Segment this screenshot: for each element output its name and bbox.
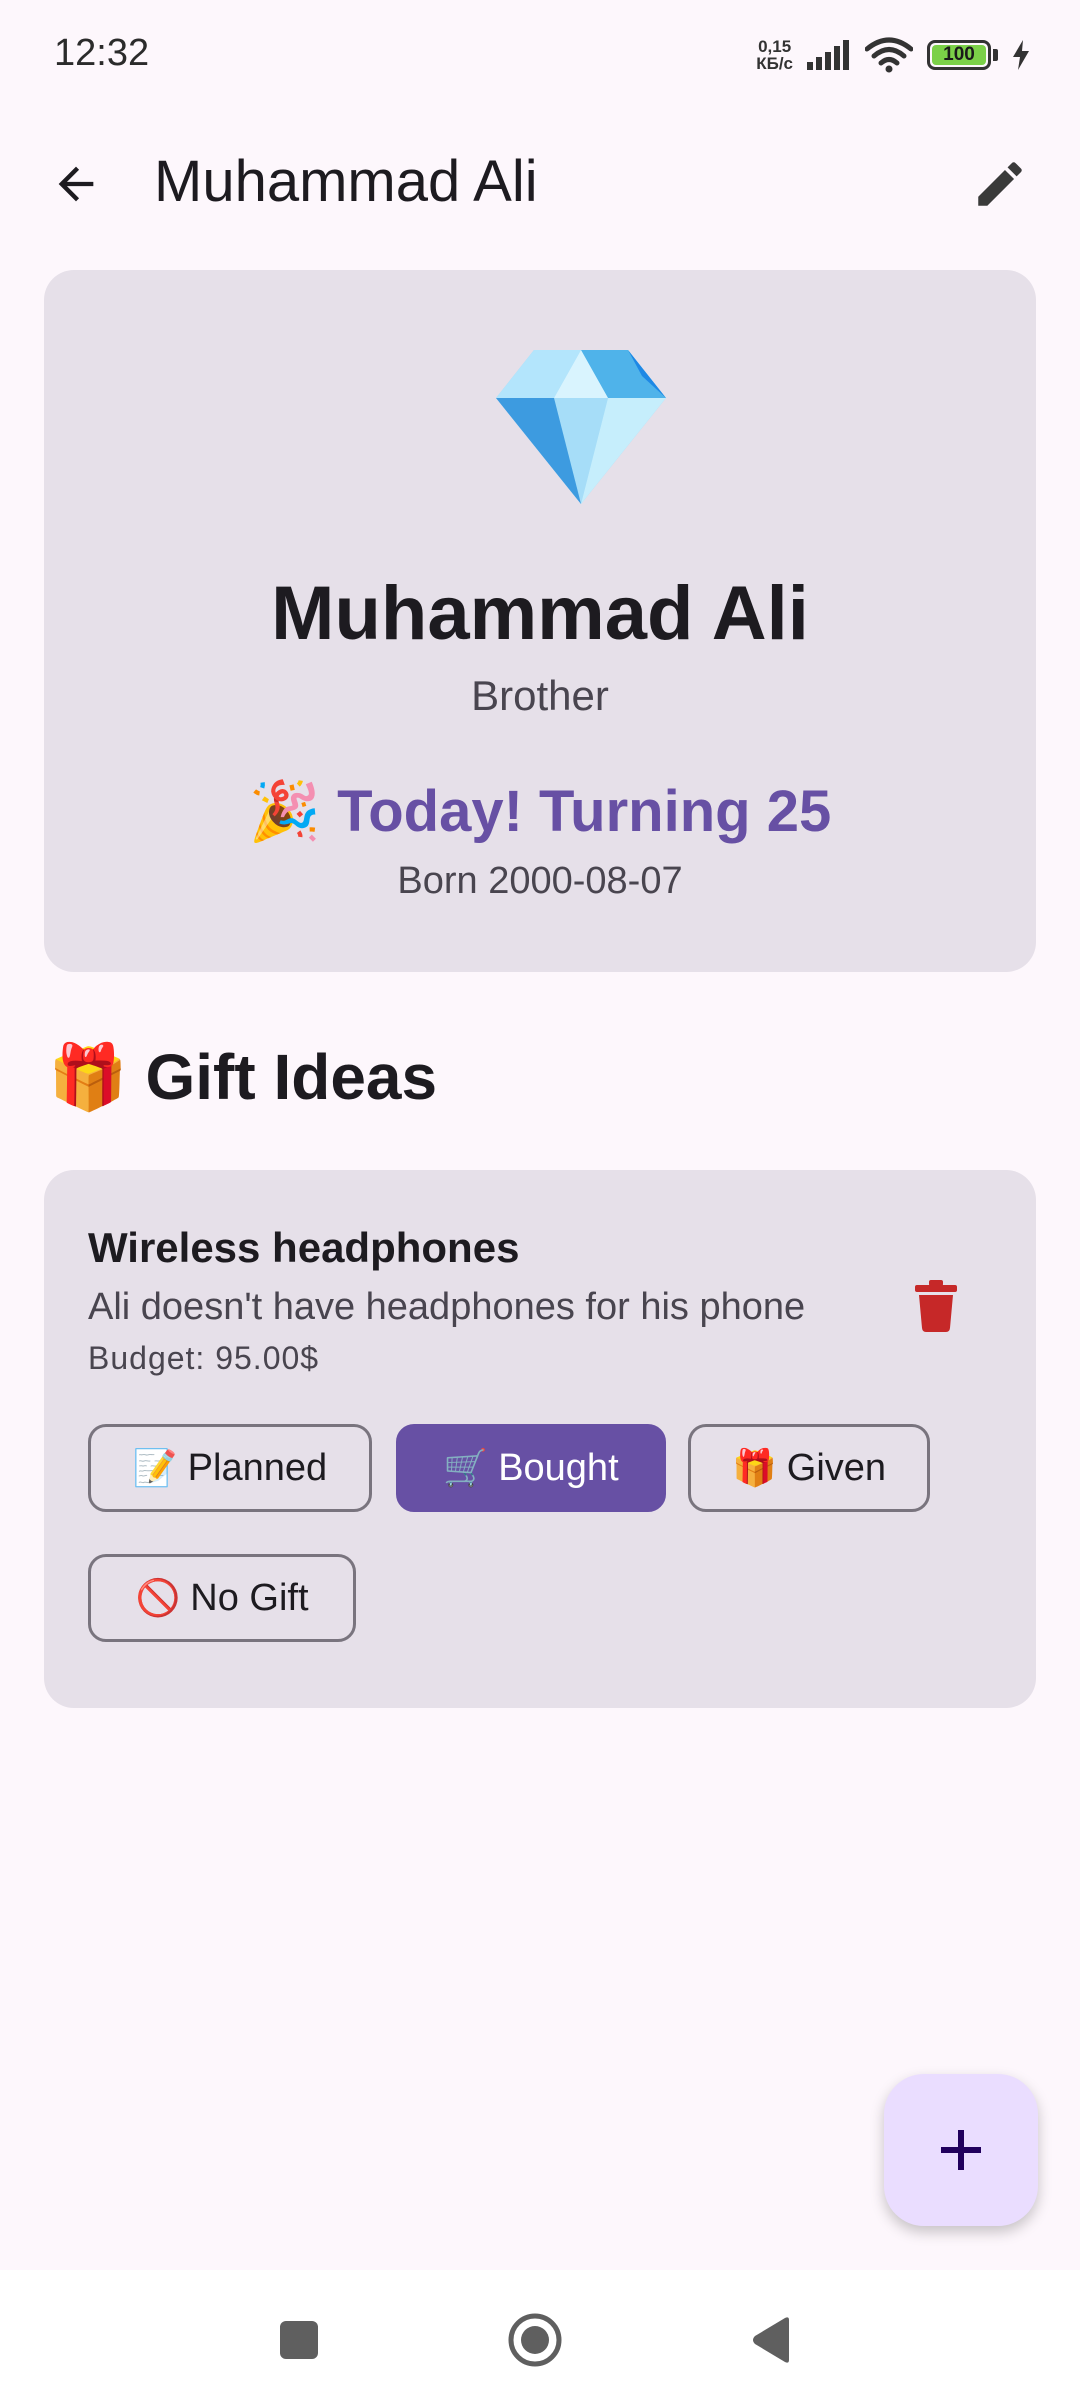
delete-gift-button[interactable] — [896, 1266, 976, 1346]
edit-button[interactable] — [960, 144, 1040, 224]
status-chip-label: Given — [786, 1446, 887, 1489]
status-bar: 12:32 0,15 КБ/с 100 — [0, 0, 1080, 110]
gift-ideas-title: Gift Ideas — [145, 1041, 438, 1113]
shopping-cart-icon: 🛒 — [443, 1447, 489, 1488]
network-speed: 0,15 КБ/с — [756, 37, 793, 73]
trash-icon — [915, 1280, 957, 1332]
signal-icon — [807, 40, 849, 70]
status-chip-bought[interactable]: 🛒 Bought — [396, 1424, 666, 1512]
pencil-icon — [978, 162, 1022, 206]
add-gift-fab[interactable] — [884, 2074, 1038, 2226]
memo-icon: 📝 — [132, 1447, 178, 1488]
status-chip-planned[interactable]: 📝 Planned — [88, 1424, 372, 1512]
battery-icon: 100 — [927, 40, 991, 70]
back-nav-button[interactable] — [731, 2300, 811, 2380]
status-chip-no-gift[interactable]: 🚫 No Gift — [88, 1554, 356, 1642]
back-button[interactable] — [36, 144, 116, 224]
screen: 12:32 0,15 КБ/с 100 Muhammad Ali Muhamma… — [0, 0, 1080, 2400]
gift-card[interactable]: Wireless headphones Ali doesn't have hea… — [44, 1170, 1036, 1708]
status-chip-label: Planned — [187, 1446, 328, 1489]
birthday-status: 🎉 Today! Turning 25 — [44, 778, 1036, 846]
recents-button[interactable] — [259, 2300, 339, 2380]
relationship-label: Brother — [471, 672, 609, 719]
gift-ideas-heading: 🎁 Gift Ideas — [48, 1040, 437, 1115]
status-time: 12:32 — [54, 32, 150, 74]
gift-icon: 🎁 — [48, 1041, 128, 1113]
system-nav-bar — [0, 2270, 1080, 2400]
home-circle-icon — [508, 2313, 562, 2367]
gift-icon: 🎁 — [731, 1447, 777, 1488]
gift-description: Ali doesn't have headphones for his phon… — [88, 1286, 806, 1328]
gift-name: Wireless headphones — [88, 1224, 520, 1271]
birthday-text: Today! Turning 25 — [337, 779, 832, 844]
battery-level: 100 — [943, 44, 975, 65]
status-chip-given[interactable]: 🎁 Given — [688, 1424, 930, 1512]
app-bar-title: Muhammad Ali — [154, 149, 538, 214]
status-chip-label: No Gift — [190, 1576, 309, 1619]
profile-card: Muhammad Ali Brother 🎉 Today! Turning 25… — [44, 270, 1036, 972]
diamond-icon — [496, 350, 666, 504]
status-icons: 0,15 КБ/с 100 — [756, 30, 1030, 80]
arrow-back-icon — [58, 166, 94, 202]
prohibited-icon: 🚫 — [135, 1577, 181, 1618]
party-popper-icon: 🎉 — [248, 779, 321, 844]
gift-budget: Budget: 95.00$ — [88, 1340, 320, 1376]
person-name: Muhammad Ali — [271, 571, 809, 656]
triangle-back-icon — [753, 2317, 789, 2363]
square-icon — [280, 2321, 318, 2359]
status-chip-label: Bought — [498, 1446, 619, 1489]
birth-date: Born 2000-08-07 — [397, 860, 683, 902]
charging-icon — [1013, 40, 1029, 70]
app-bar: Muhammad Ali — [0, 120, 1080, 240]
plus-icon — [941, 2130, 981, 2170]
home-button[interactable] — [495, 2300, 575, 2380]
wifi-icon — [865, 37, 913, 73]
